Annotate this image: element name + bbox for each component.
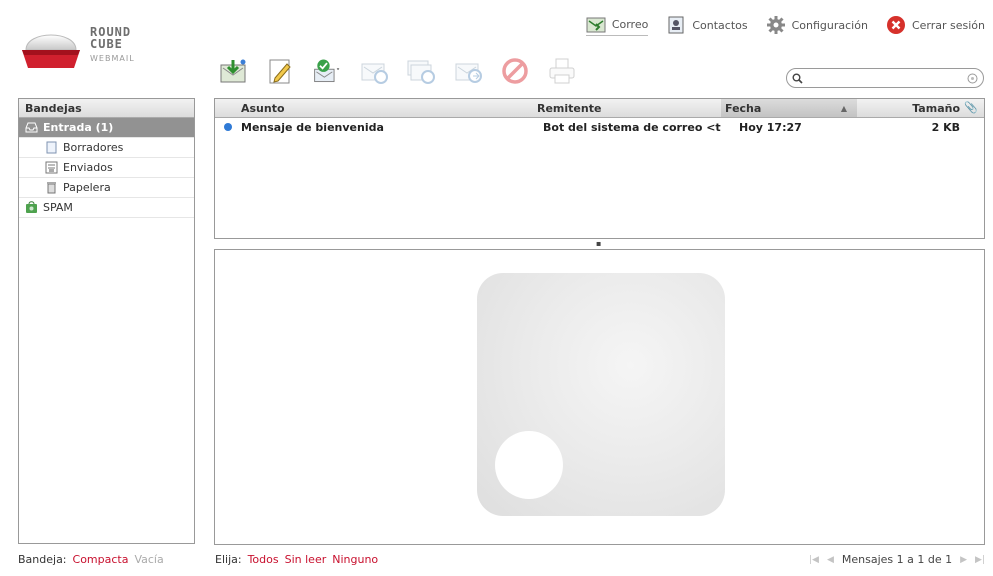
folder-inbox[interactable]: Entrada (1) (19, 118, 194, 138)
pagination: |◀ ◀ Mensajes 1 a 1 de 1 ▶ ▶| (809, 553, 985, 566)
print-icon (549, 58, 575, 84)
logo-line-3: WEBMAIL (90, 54, 135, 63)
delete-button[interactable] (500, 56, 530, 86)
inbox-icon (25, 122, 38, 133)
folder-inbox-label: Entrada (1) (43, 121, 114, 134)
nav-contacts[interactable]: Contactos (666, 15, 748, 35)
message-row[interactable]: Mensaje de bienvenida Bot del sistema de… (215, 118, 984, 136)
nav-mail[interactable]: Correo (585, 15, 649, 36)
compose-button[interactable] (265, 56, 295, 86)
unread-status[interactable] (215, 123, 241, 131)
attachment-icon: 📎 (964, 101, 978, 114)
reply-button[interactable] (359, 56, 389, 86)
reply-icon (361, 63, 388, 84)
mark-button[interactable] (312, 56, 342, 86)
folder-list-header: Bandejas (19, 99, 194, 118)
nav-contacts-label: Contactos (692, 18, 748, 32)
search-reset-icon[interactable] (967, 73, 978, 84)
mark-icon (314, 59, 340, 83)
folder-spam[interactable]: SPAM (19, 198, 194, 218)
sent-icon (45, 161, 58, 174)
pane-splitter-handle[interactable]: ▪ (596, 240, 602, 248)
next-page-icon[interactable]: ▶ (960, 555, 967, 565)
message-date: Hoy 17:27 (739, 120, 802, 134)
unread-dot-icon (224, 123, 232, 131)
trash-icon (47, 182, 56, 194)
roundcube-logo: ROUND CUBE WEBMAIL (20, 20, 180, 76)
compact-link[interactable]: Compacta (73, 553, 129, 566)
folder-drafts[interactable]: Borradores (19, 138, 194, 158)
forward-button[interactable] (453, 56, 483, 86)
address-book-icon (668, 16, 684, 34)
message-size: 2 KB (931, 120, 960, 134)
column-date[interactable]: Fecha ▲ (721, 99, 857, 117)
nav-logout-label: Cerrar sesión (911, 18, 985, 32)
watermark-logo (477, 273, 725, 516)
column-size[interactable]: Tamaño 📎 (857, 99, 984, 117)
column-subject[interactable]: Asunto (215, 99, 521, 117)
folder-sent[interactable]: Enviados (19, 158, 194, 178)
search-input[interactable] (807, 71, 967, 85)
folder-list: Bandejas Entrada (1) Borradores Enviados… (18, 98, 195, 544)
column-date-label: Fecha (725, 102, 762, 115)
check-mail-icon (220, 59, 246, 83)
mail-toolbar (218, 56, 577, 86)
last-page-icon[interactable]: ▶| (975, 555, 985, 565)
select-none-link[interactable]: Ninguno (332, 553, 378, 566)
message-list: Asunto Remitente Fecha ▲ Tamaño 📎 Mensaj… (214, 98, 985, 239)
select-footer-label: Elija: (215, 553, 242, 566)
top-navigation: Correo Contactos Configuración Cerrar se… (585, 12, 985, 38)
search-icon (792, 73, 803, 84)
first-page-icon[interactable]: |◀ (809, 555, 819, 565)
select-footer: Elija: Todos Sin leer Ninguno (215, 553, 378, 566)
sort-ascending-icon: ▲ (840, 104, 847, 113)
folder-footer-label: Bandeja: (18, 553, 67, 566)
logout-icon (886, 16, 905, 34)
column-from[interactable]: Remitente (521, 99, 721, 117)
compose-icon (269, 59, 291, 84)
previous-page-icon[interactable]: ◀ (827, 555, 834, 565)
message-count: Mensajes 1 a 1 de 1 (841, 553, 953, 566)
nav-logout[interactable]: Cerrar sesión (886, 15, 985, 35)
folder-trash-label: Papelera (63, 181, 111, 194)
reply-all-icon (407, 60, 435, 84)
roundcube-logo-icon (22, 34, 80, 68)
nav-settings[interactable]: Configuración (766, 15, 868, 35)
message-list-header: Asunto Remitente Fecha ▲ Tamaño 📎 (215, 99, 984, 118)
folder-sent-label: Enviados (63, 161, 113, 174)
watermark-circle (495, 431, 563, 499)
message-preview-pane (214, 249, 985, 545)
folder-spam-label: SPAM (43, 201, 73, 214)
reply-all-button[interactable] (406, 56, 436, 86)
folder-drafts-label: Borradores (63, 141, 124, 154)
search-box (786, 68, 984, 88)
folder-trash[interactable]: Papelera (19, 178, 194, 198)
gear-icon (766, 16, 785, 34)
empty-link[interactable]: Vacía (134, 553, 163, 566)
delete-icon (502, 58, 528, 84)
select-unread-link[interactable]: Sin leer (285, 553, 327, 566)
print-button[interactable] (547, 56, 577, 86)
spam-icon (26, 201, 37, 213)
logo-line-2: CUBE (90, 37, 123, 51)
column-size-label: Tamaño (912, 102, 960, 115)
forward-icon (455, 63, 482, 83)
select-all-link[interactable]: Todos (248, 553, 279, 566)
folder-footer: Bandeja: Compacta Vacía (18, 553, 164, 566)
drafts-icon (46, 141, 57, 154)
nav-mail-label: Correo (611, 18, 649, 31)
nav-settings-label: Configuración (791, 18, 868, 32)
check-mail-button[interactable] (218, 56, 248, 86)
mail-tab-icon (586, 17, 606, 32)
message-from: Bot del sistema de correo <t (543, 120, 721, 134)
message-subject: Mensaje de bienvenida (241, 120, 384, 134)
